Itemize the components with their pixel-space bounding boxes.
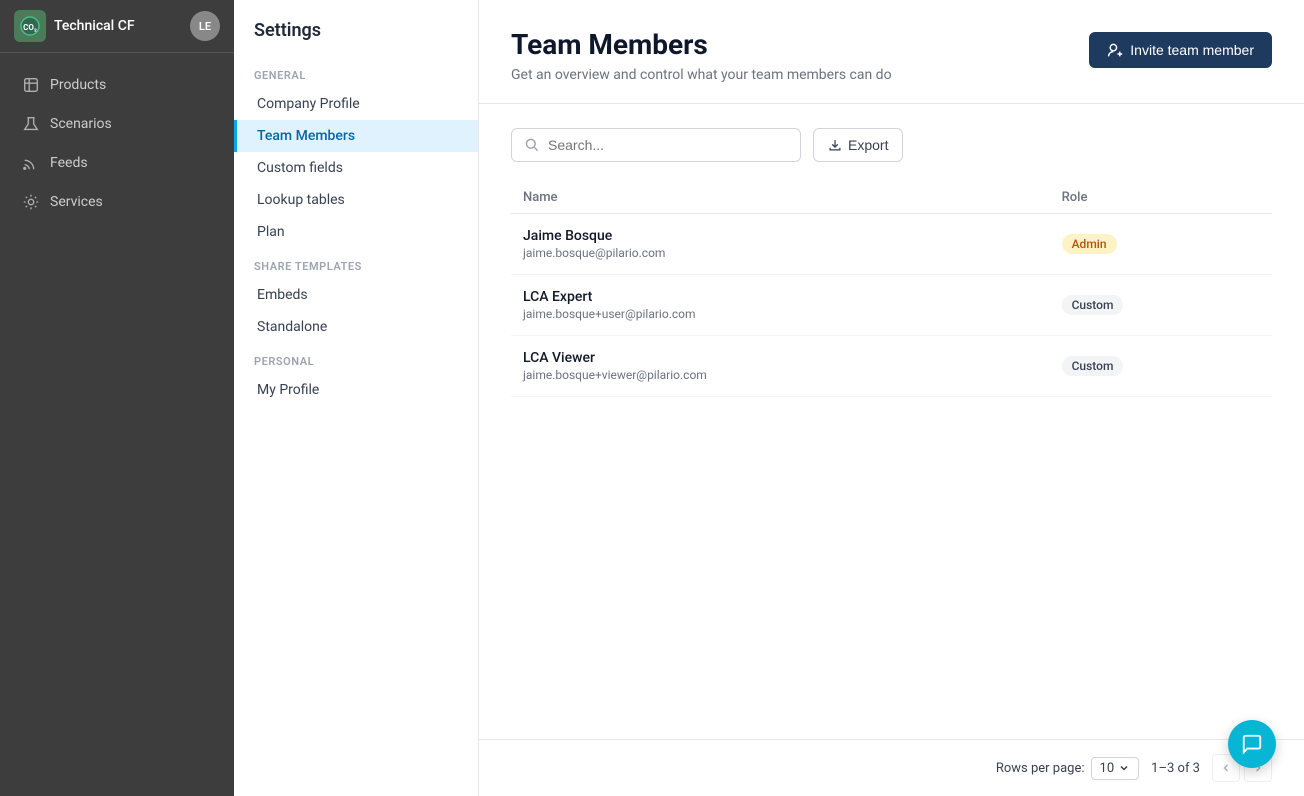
add-user-icon (1107, 42, 1123, 58)
settings-item-team-members[interactable]: Team Members (234, 120, 478, 152)
feeds-label: Feeds (50, 155, 88, 171)
member-name: LCA Viewer (523, 350, 1038, 366)
member-info: Jaime Bosque jaime.bosque@pilario.com (511, 214, 1050, 275)
member-role: Custom (1050, 336, 1272, 397)
sidebar-item-scenarios[interactable]: Scenarios (6, 105, 228, 143)
col-role: Role (1050, 182, 1272, 214)
chevron-down-icon (1118, 762, 1130, 774)
page-title: Team Members (511, 28, 892, 61)
member-name: Jaime Bosque (523, 228, 1038, 244)
section-general-label: GENERAL (234, 57, 478, 88)
feed-icon (22, 154, 40, 172)
settings-title: Settings (234, 20, 478, 57)
page-info: 1–3 of 3 (1151, 761, 1200, 776)
beaker-icon (22, 115, 40, 133)
settings-item-company-profile[interactable]: Company Profile (234, 88, 478, 120)
main-header: Team Members Get an overview and control… (479, 0, 1304, 104)
role-badge: Custom (1062, 295, 1124, 315)
col-name: Name (511, 182, 1050, 214)
user-avatar[interactable]: LE (190, 11, 220, 41)
export-label: Export (848, 137, 888, 153)
sidebar-header: CO₂ Technical CF LE (0, 0, 234, 53)
member-name: LCA Expert (523, 289, 1038, 305)
section-share-templates-label: SHARE TEMPLATES (234, 248, 478, 279)
search-icon (524, 137, 540, 153)
toolbar: Export (511, 128, 1272, 162)
chat-fab-button[interactable] (1228, 720, 1276, 768)
settings-item-plan[interactable]: Plan (234, 216, 478, 248)
table-area: Export Name Role Jaime Bosque jaime.bosq… (479, 104, 1304, 739)
main-content: Team Members Get an overview and control… (479, 0, 1304, 796)
sidebar: CO₂ Technical CF LE Products Scenarios (0, 0, 234, 796)
settings-panel: Settings GENERAL Company Profile Team Me… (234, 0, 479, 796)
team-members-table: Name Role Jaime Bosque jaime.bosque@pila… (511, 182, 1272, 397)
settings-item-custom-fields[interactable]: Custom fields (234, 152, 478, 184)
member-email: jaime.bosque+user@pilario.com (523, 307, 1038, 321)
chevron-left-icon (1220, 762, 1232, 774)
settings-item-standalone[interactable]: Standalone (234, 311, 478, 343)
export-icon (828, 138, 842, 152)
section-personal-label: PERSONAL (234, 343, 478, 374)
brand-name: Technical CF (54, 18, 135, 34)
sidebar-item-feeds[interactable]: Feeds (6, 144, 228, 182)
settings-item-lookup-tables[interactable]: Lookup tables (234, 184, 478, 216)
services-label: Services (50, 194, 103, 210)
svg-text:CO₂: CO₂ (23, 23, 37, 32)
pagination-bar: Rows per page: 10 1–3 of 3 (479, 739, 1304, 796)
search-box[interactable] (511, 128, 801, 162)
rows-per-page-value: 10 (1100, 761, 1115, 776)
chat-icon (1241, 733, 1263, 755)
table-row: LCA Expert jaime.bosque+user@pilario.com… (511, 275, 1272, 336)
member-info: LCA Expert jaime.bosque+user@pilario.com (511, 275, 1050, 336)
sidebar-nav: Products Scenarios Feeds Services (0, 53, 234, 796)
header-text: Team Members Get an overview and control… (511, 28, 892, 83)
services-icon (22, 193, 40, 211)
sidebar-item-products[interactable]: Products (6, 66, 228, 104)
page-subtitle: Get an overview and control what your te… (511, 67, 892, 83)
search-input[interactable] (548, 137, 788, 153)
settings-item-embeds[interactable]: Embeds (234, 279, 478, 311)
rows-per-page-label: Rows per page: (996, 761, 1085, 776)
member-email: jaime.bosque@pilario.com (523, 246, 1038, 260)
settings-item-my-profile[interactable]: My Profile (234, 374, 478, 406)
role-badge: Custom (1062, 356, 1124, 376)
table-row: LCA Viewer jaime.bosque+viewer@pilario.c… (511, 336, 1272, 397)
member-email: jaime.bosque+viewer@pilario.com (523, 368, 1038, 382)
export-button[interactable]: Export (813, 128, 903, 162)
table-row: Jaime Bosque jaime.bosque@pilario.com Ad… (511, 214, 1272, 275)
member-role: Admin (1050, 214, 1272, 275)
sidebar-item-services[interactable]: Services (6, 183, 228, 221)
role-badge: Admin (1062, 234, 1117, 254)
products-label: Products (50, 77, 106, 93)
scenarios-label: Scenarios (50, 116, 112, 132)
member-info: LCA Viewer jaime.bosque+viewer@pilario.c… (511, 336, 1050, 397)
sidebar-brand: CO₂ Technical CF (14, 10, 135, 42)
rows-per-page: Rows per page: 10 (996, 757, 1139, 780)
invite-button-label: Invite team member (1130, 42, 1254, 58)
member-role: Custom (1050, 275, 1272, 336)
rows-per-page-select[interactable]: 10 (1091, 757, 1140, 780)
invite-team-member-button[interactable]: Invite team member (1089, 32, 1272, 68)
brand-logo: CO₂ (14, 10, 46, 42)
box-icon (22, 76, 40, 94)
